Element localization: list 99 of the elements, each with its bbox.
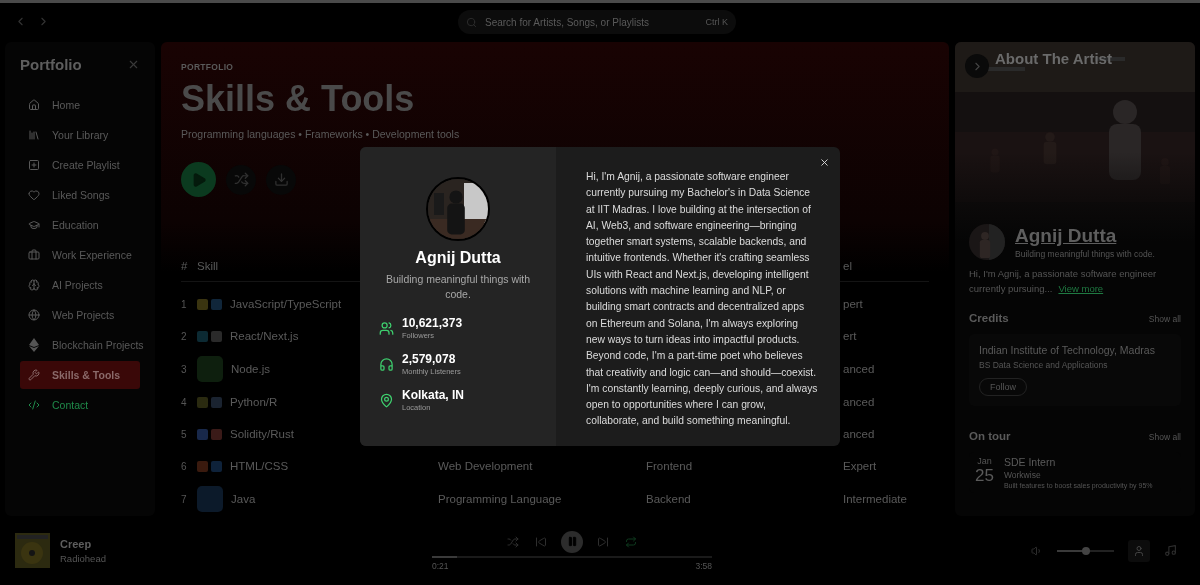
duration: 3:58 bbox=[695, 560, 712, 571]
row-number: 2 bbox=[181, 330, 188, 342]
event-title: SDE Intern bbox=[1003, 456, 1057, 468]
sidebar-item[interactable]: Your Library bbox=[20, 121, 140, 149]
column-header: # bbox=[181, 260, 189, 272]
wrench-icon bbox=[28, 369, 40, 381]
credit-detail: BS Data Science and Applications bbox=[979, 360, 1109, 370]
volume-icon[interactable] bbox=[1031, 544, 1043, 557]
table-cell-text: pert bbox=[843, 298, 864, 310]
sidebar-item[interactable]: Contact bbox=[20, 391, 140, 419]
table-cell-text: Frontend bbox=[646, 460, 694, 472]
eyebrow-label: PORTFOLIO bbox=[181, 62, 235, 72]
event-month: Jan bbox=[977, 456, 992, 466]
close-icon[interactable] bbox=[127, 58, 140, 71]
volume-slider[interactable] bbox=[1057, 549, 1114, 552]
artist-name: Agnij Dutta bbox=[415, 249, 501, 267]
view-more-link[interactable]: View more bbox=[1058, 283, 1104, 294]
search-field[interactable]: Search for Artists, Songs, or Playlists bbox=[483, 15, 700, 29]
globe-icon bbox=[28, 309, 40, 321]
event-day: 25 bbox=[975, 466, 994, 486]
shuffle-button[interactable] bbox=[226, 164, 256, 195]
users-icon bbox=[379, 320, 394, 336]
track-title: Creep bbox=[60, 537, 93, 550]
shuffle-icon bbox=[233, 172, 249, 187]
sidebar-title: Portfolio bbox=[20, 56, 82, 73]
stat-value: 2,579,078 bbox=[402, 352, 457, 366]
page-title: Skills & Tools bbox=[181, 78, 416, 120]
table-cell-text: Programming Language bbox=[438, 493, 563, 505]
table-cell-text: ert bbox=[843, 330, 858, 342]
row-number: 7 bbox=[181, 493, 188, 505]
table-cell: JavaScript/TypeScript bbox=[230, 298, 342, 310]
stat-value: Kolkata, IN bbox=[402, 388, 464, 402]
download-button[interactable] bbox=[266, 164, 296, 195]
table-cell: Python/R bbox=[230, 396, 278, 408]
credit-name: Indian Institute of Technology, Madras bbox=[979, 344, 1156, 356]
track-artist: Radiohead bbox=[60, 552, 106, 564]
sidebar-item[interactable]: Create Playlist bbox=[20, 151, 140, 179]
row-number: 6 bbox=[181, 460, 188, 472]
brain-icon bbox=[28, 279, 40, 291]
table-cell: Solidity/Rust bbox=[230, 428, 294, 440]
user-icon bbox=[1133, 544, 1145, 557]
table-cell: Node.js bbox=[231, 363, 270, 375]
search-bar[interactable]: Search for Artists, Songs, or Playlists Ctrl K bbox=[458, 10, 736, 34]
artist-tagline: Building meaningful things with code. bbox=[384, 272, 532, 302]
pause-icon bbox=[566, 536, 578, 547]
sidebar-item[interactable]: Liked Songs bbox=[20, 181, 140, 209]
library-icon bbox=[28, 129, 40, 141]
sidebar-item[interactable]: Web Projects bbox=[20, 301, 140, 329]
table-cell: HTML/CSS bbox=[230, 460, 289, 472]
artist-tagline: Building meaningful things with code. bbox=[1015, 249, 1155, 259]
artist-button[interactable] bbox=[1128, 539, 1150, 562]
sidebar-item[interactable]: Skills & Tools bbox=[20, 361, 140, 389]
row-number: 1 bbox=[181, 298, 188, 310]
section-title: Credits bbox=[969, 312, 1009, 324]
section-title: On tour bbox=[969, 430, 1011, 442]
table-cell-text: anced bbox=[843, 363, 876, 375]
table-cell-text: anced bbox=[843, 396, 876, 408]
graduation-cap-icon bbox=[28, 219, 40, 231]
sidebar-item[interactable]: AI Projects bbox=[20, 271, 140, 299]
stat-value: 10,621,373 bbox=[402, 316, 463, 330]
plus-square-icon bbox=[28, 159, 40, 171]
pause-button[interactable] bbox=[561, 530, 583, 553]
show-all-link[interactable]: Show all bbox=[1148, 432, 1181, 442]
table-cell-text: Web Development bbox=[438, 460, 534, 472]
event-company: Workwise bbox=[1003, 470, 1042, 480]
column-header: el bbox=[843, 260, 853, 272]
heart-icon bbox=[28, 189, 40, 201]
music-icon[interactable] bbox=[1164, 544, 1177, 557]
briefcase-icon bbox=[28, 249, 40, 261]
table-cell-text: anced bbox=[843, 428, 876, 440]
shortcut-hint: Ctrl K bbox=[705, 17, 728, 27]
page-subtitle: Programming languages • Frameworks • Development tools bbox=[181, 128, 461, 140]
row-number: 3 bbox=[181, 363, 188, 375]
sidebar-item[interactable]: Home bbox=[20, 91, 140, 119]
map-pin-icon bbox=[379, 392, 394, 408]
row-number: 4 bbox=[181, 396, 188, 408]
volume-thumb[interactable] bbox=[1081, 546, 1090, 555]
row-number: 5 bbox=[181, 428, 188, 440]
table-cell-text: Expert bbox=[843, 460, 878, 472]
table-cell: React/Next.js bbox=[230, 330, 299, 342]
sidebar-item[interactable]: Education bbox=[20, 211, 140, 239]
elapsed-time: 0:21 bbox=[432, 560, 449, 571]
search-icon bbox=[466, 16, 477, 28]
home-icon bbox=[28, 99, 40, 111]
headphones-icon bbox=[379, 356, 394, 372]
table-cell-text: Backend bbox=[646, 493, 692, 505]
download-icon bbox=[273, 172, 289, 187]
code-icon bbox=[28, 399, 40, 411]
diamond-icon bbox=[28, 338, 40, 352]
sidebar-item[interactable]: Work Experience bbox=[20, 241, 140, 269]
play-button[interactable] bbox=[181, 162, 216, 197]
table-cell: Java bbox=[231, 493, 256, 505]
artist-bio: Hi, I'm Agnij, a passionate software engineer currently pursuing... View more bbox=[969, 267, 1158, 296]
artist-bio: Hi, I'm Agnij, a passionate software engineer currently pursuing my Bachelor's in Data Science at IIT Madras. I love building at the intersection of AI, Web3, and software engineering—bringing together smart systems, scalable backends, and intuitive frontends. Whether it's crafting seamless UIs with React and Next.js, developing intelligent solutions with machine learning and NLP, or building smart contracts and decentralized apps on Ethereum and Solana, I'm always exploring new ways to turn ideas into impactful products. Beyond code, I'm a part-time poet who believes that creativity and logic can—and should—coexist. I'm constantly learning, deeply curious, and always open to opportunities where I can grow, collaborate, and build something meaningful. bbox=[586, 170, 818, 429]
close-icon bbox=[819, 157, 830, 168]
column-header: Skill bbox=[197, 260, 220, 272]
show-all-link[interactable]: Show all bbox=[1148, 314, 1181, 324]
table-cell-text: Intermediate bbox=[843, 493, 908, 505]
repeat-button[interactable] bbox=[623, 533, 639, 550]
